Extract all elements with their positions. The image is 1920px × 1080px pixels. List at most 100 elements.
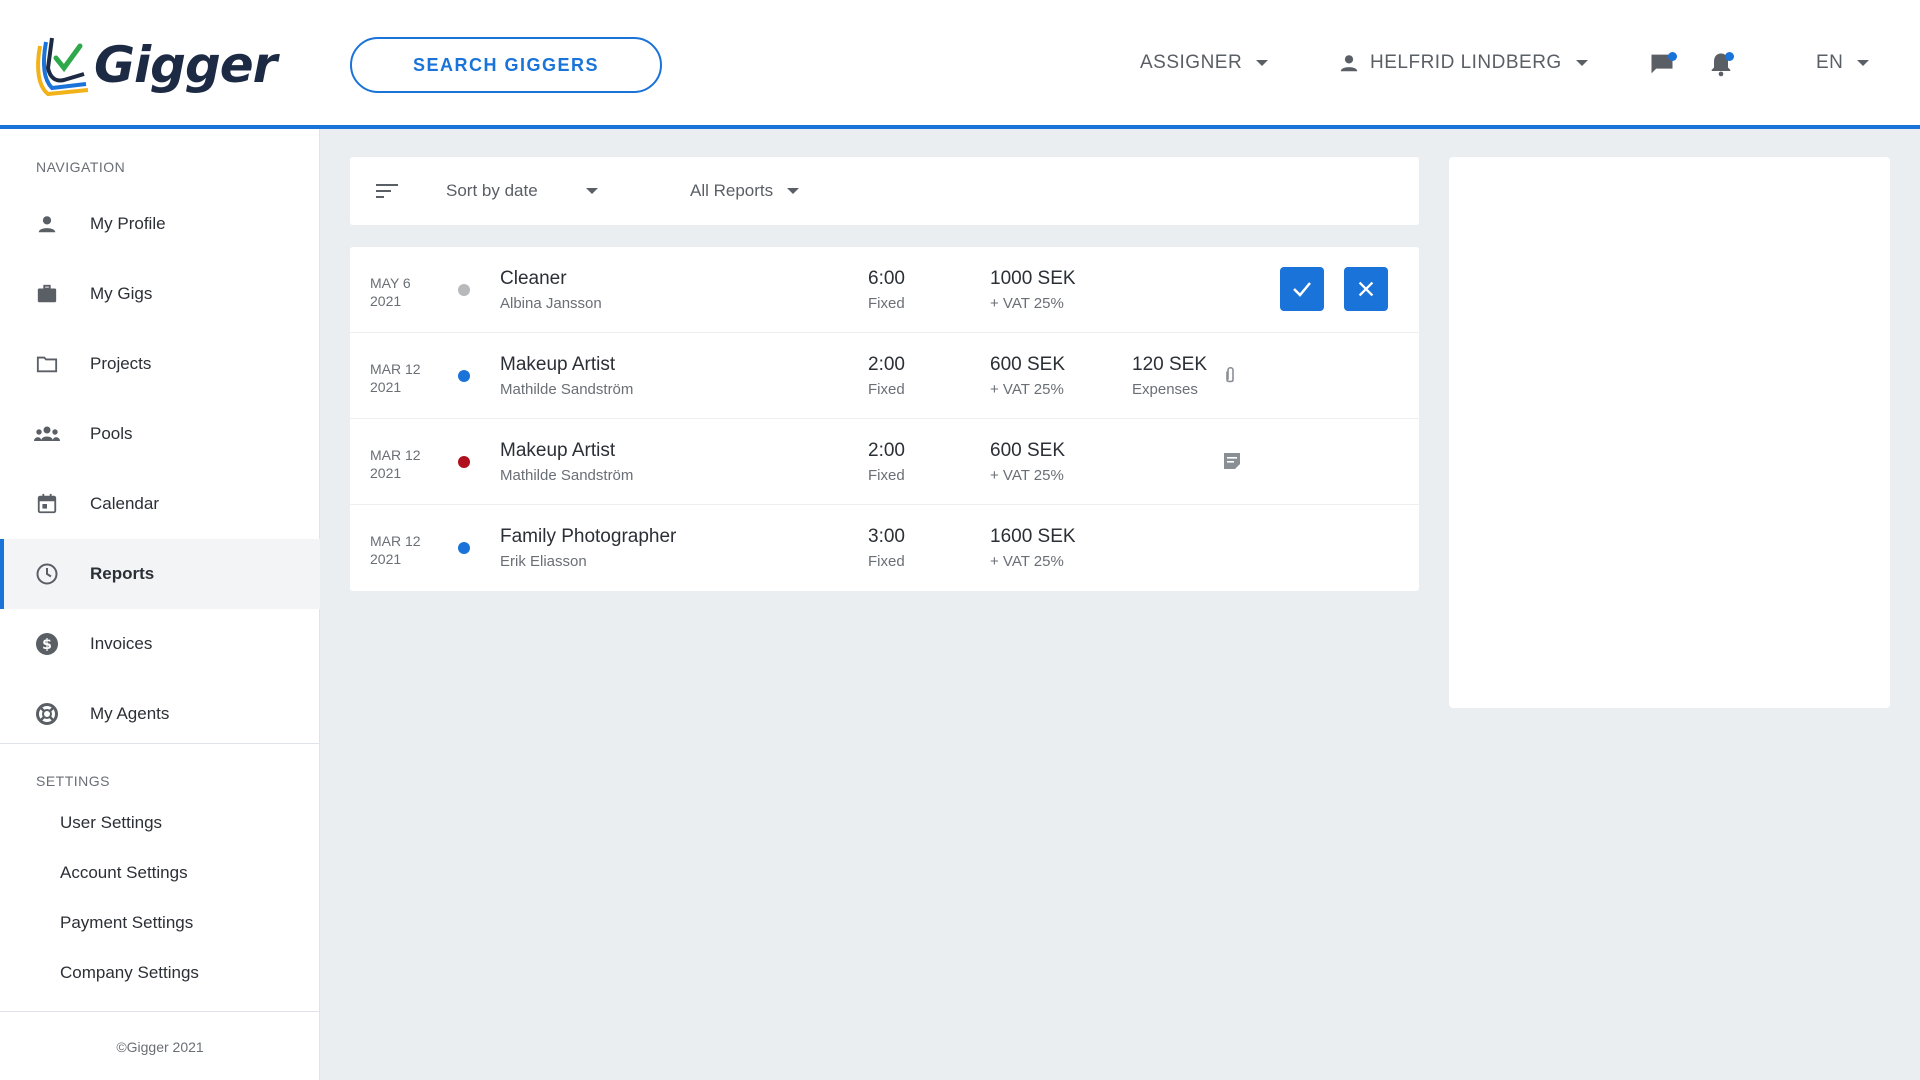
- report-rate-type: Fixed: [868, 381, 905, 398]
- sidebar-item-label: My Gigs: [90, 284, 153, 303]
- report-title: Makeup Artist: [500, 440, 616, 461]
- report-date: MAY 6 2021: [370, 274, 411, 310]
- check-icon: [1293, 282, 1311, 297]
- company-settings-link[interactable]: Company Settings: [60, 963, 199, 983]
- report-row[interactable]: MAR 12 2021 Makeup Artist Mathilde Sands…: [350, 333, 1419, 419]
- filter-bar: Sort by date All Reports: [350, 157, 1419, 225]
- dollar-icon: $: [34, 631, 60, 657]
- navigation-section-title: NAVIGATION: [36, 159, 126, 175]
- report-date-day: MAR 12: [370, 533, 421, 549]
- user-name-label: HELFRID LINDBERG: [1370, 52, 1562, 73]
- report-date-year: 2021: [370, 551, 402, 567]
- person-icon: [34, 211, 60, 237]
- settings-section-title: SETTINGS: [36, 773, 111, 789]
- language-dropdown[interactable]: EN: [1816, 52, 1870, 74]
- report-rate-type: Fixed: [868, 295, 905, 312]
- status-dot: [458, 370, 470, 382]
- sidebar-item-calendar[interactable]: Calendar: [0, 469, 320, 539]
- note-icon[interactable]: [1222, 451, 1242, 473]
- sidebar: NAVIGATION My Profile My Gigs Projects P…: [0, 129, 320, 1080]
- report-vat: + VAT 25%: [990, 553, 1064, 570]
- user-menu-dropdown[interactable]: HELFRID LINDBERG: [1338, 52, 1588, 74]
- search-giggers-button[interactable]: SEARCH GIGGERS: [350, 37, 662, 93]
- sidebar-item-invoices[interactable]: $ Invoices: [0, 609, 320, 679]
- sidebar-item-label: Reports: [90, 564, 155, 583]
- user-settings-link[interactable]: User Settings: [60, 813, 162, 833]
- report-date-year: 2021: [370, 465, 402, 481]
- report-row[interactable]: MAR 12 2021 Family Photographer Erik Eli…: [350, 505, 1419, 591]
- person-icon: [1340, 55, 1358, 72]
- report-amount: 1600 SEK: [990, 526, 1076, 547]
- sidebar-item-label: Projects: [90, 354, 152, 373]
- unread-badge: [1725, 52, 1734, 61]
- report-time: 2:00: [868, 354, 905, 375]
- logo-text: Gigger: [94, 36, 277, 94]
- sidebar-item-my-agents[interactable]: My Agents: [0, 679, 320, 749]
- chevron-down-icon: [1256, 60, 1269, 66]
- calendar-icon: [34, 491, 60, 517]
- chevron-down-icon: [787, 188, 800, 194]
- sort-label: Sort by date: [446, 181, 538, 200]
- sidebar-item-label: My Agents: [90, 704, 170, 723]
- sidebar-item-projects[interactable]: Projects: [0, 329, 320, 399]
- report-date-year: 2021: [370, 293, 402, 309]
- report-vat: + VAT 25%: [990, 295, 1064, 312]
- close-icon: [1358, 281, 1374, 297]
- report-person: Mathilde Sandström: [500, 381, 634, 398]
- reject-button[interactable]: [1344, 267, 1388, 311]
- report-title: Cleaner: [500, 268, 567, 289]
- report-row[interactable]: MAY 6 2021 Cleaner Albina Jansson 6:00 F…: [350, 247, 1419, 333]
- sidebar-divider: [0, 743, 320, 744]
- report-date: MAR 12 2021: [370, 532, 421, 568]
- report-date: MAR 12 2021: [370, 360, 421, 396]
- approve-button[interactable]: [1280, 267, 1324, 311]
- sidebar-item-reports[interactable]: Reports: [0, 539, 320, 609]
- report-title: Makeup Artist: [500, 354, 616, 375]
- report-rate-type: Fixed: [868, 467, 905, 484]
- top-header: Gigger SEARCH GIGGERS ASSIGNER HELFRID L…: [0, 0, 1920, 129]
- lifebuoy-icon: [34, 701, 60, 727]
- briefcase-icon: [34, 281, 60, 307]
- report-date-day: MAR 12: [370, 447, 421, 463]
- gigger-logo[interactable]: Gigger: [34, 28, 277, 102]
- report-row[interactable]: MAR 12 2021 Makeup Artist Mathilde Sands…: [350, 419, 1419, 505]
- status-dot: [458, 542, 470, 554]
- report-person: Albina Jansson: [500, 295, 602, 312]
- report-filter-dropdown[interactable]: All Reports: [690, 181, 800, 201]
- role-label: ASSIGNER: [1140, 52, 1243, 73]
- sort-dropdown[interactable]: Sort by date: [446, 181, 598, 201]
- sidebar-item-my-profile[interactable]: My Profile: [0, 189, 320, 259]
- sidebar-item-label: My Profile: [90, 214, 166, 233]
- clock-icon: [34, 561, 60, 587]
- report-detail-panel: [1449, 157, 1890, 708]
- report-time: 3:00: [868, 526, 905, 547]
- report-person: Mathilde Sandström: [500, 467, 634, 484]
- report-date-day: MAY 6: [370, 275, 411, 291]
- sidebar-divider: [0, 1011, 320, 1012]
- sidebar-item-label: Pools: [90, 424, 133, 443]
- payment-settings-link[interactable]: Payment Settings: [60, 913, 193, 933]
- logo-mark-icon: [36, 37, 89, 97]
- role-dropdown[interactable]: ASSIGNER: [1140, 52, 1269, 74]
- group-icon: [34, 421, 60, 447]
- unread-badge: [1668, 52, 1677, 61]
- report-filter-label: All Reports: [690, 181, 774, 200]
- report-amount: 1000 SEK: [990, 268, 1076, 289]
- report-expense-amount: 120 SEK: [1132, 354, 1207, 375]
- sidebar-item-my-gigs[interactable]: My Gigs: [0, 259, 320, 329]
- report-date: MAR 12 2021: [370, 446, 421, 482]
- sidebar-item-pools[interactable]: Pools: [0, 399, 320, 469]
- svg-text:$: $: [42, 637, 52, 653]
- status-dot: [458, 284, 470, 296]
- sidebar-item-label: Calendar: [90, 494, 159, 513]
- report-date-day: MAR 12: [370, 361, 421, 377]
- report-person: Erik Eliasson: [500, 553, 587, 570]
- paperclip-icon[interactable]: [1222, 365, 1242, 387]
- notifications-button[interactable]: [1707, 50, 1737, 80]
- report-amount: 600 SEK: [990, 354, 1065, 375]
- chevron-down-icon: [585, 188, 598, 194]
- account-settings-link[interactable]: Account Settings: [60, 863, 188, 883]
- messages-button[interactable]: [1648, 50, 1678, 80]
- sort-icon[interactable]: [376, 183, 398, 204]
- report-vat: + VAT 25%: [990, 467, 1064, 484]
